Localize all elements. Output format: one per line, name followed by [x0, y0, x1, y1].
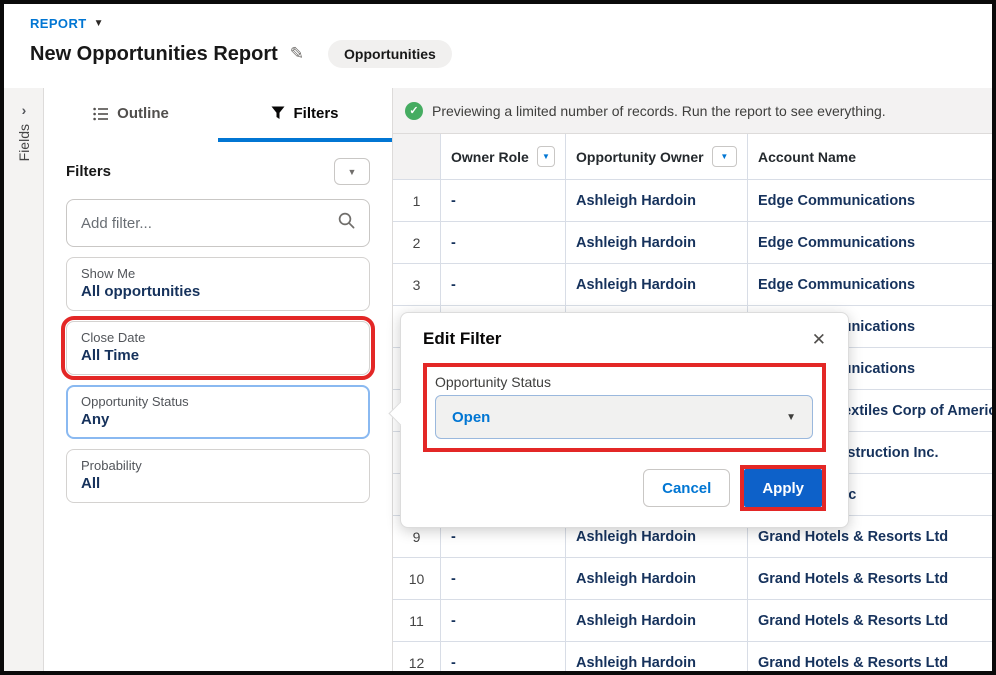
account-name-cell: Edge Communications — [748, 222, 992, 264]
opportunity-owner-cell: Ashleigh Hardoin — [566, 264, 748, 306]
owner-role-cell: - — [441, 180, 566, 222]
row-number-cell: 10 — [393, 558, 441, 600]
column-header-opportunity-owner[interactable]: Opportunity Owner ▼ — [566, 134, 748, 180]
chevron-down-icon: ▼ — [786, 412, 796, 423]
filters-panel: Outline Filters Filters ▼ Add filter... — [44, 88, 393, 671]
filter-value: Any — [81, 411, 355, 428]
filter-card-probability[interactable]: Probability All — [66, 449, 370, 503]
table-row[interactable]: 11 - Ashleigh Hardoin Grand Hotels & Res… — [393, 600, 992, 642]
filters-heading: Filters — [66, 163, 111, 180]
cancel-button[interactable]: Cancel — [643, 469, 730, 507]
add-filter-input[interactable]: Add filter... — [66, 199, 370, 247]
report-builder-window: REPORT ▼ New Opportunities Report ✎ Oppo… — [0, 0, 996, 675]
column-header-label: Account Name — [758, 149, 856, 165]
owner-role-cell: - — [441, 222, 566, 264]
report-header: REPORT ▼ New Opportunities Report ✎ Oppo… — [4, 4, 992, 88]
opportunity-owner-cell: Ashleigh Hardoin — [566, 180, 748, 222]
tab-outline[interactable]: Outline — [44, 88, 218, 142]
table-header-row: Owner Role ▼ Opportunity Owner ▼ Account… — [393, 134, 992, 180]
tab-filters-label: Filters — [293, 105, 338, 122]
table-row[interactable]: 12 - Ashleigh Hardoin Grand Hotels & Res… — [393, 642, 992, 671]
account-name-cell: Edge Communications — [748, 264, 992, 306]
chevron-right-icon: › — [22, 102, 27, 118]
account-name-cell: Edge Communications — [748, 180, 992, 222]
edit-pencil-icon[interactable]: ✎ — [290, 44, 304, 64]
success-check-icon: ✓ — [405, 102, 423, 120]
filter-card-show-me[interactable]: Show Me All opportunities — [66, 257, 370, 311]
column-header-account-name[interactable]: Account Name — [748, 134, 992, 180]
row-number-header — [393, 134, 441, 180]
column-header-owner-role[interactable]: Owner Role ▼ — [441, 134, 566, 180]
row-number-cell: 2 — [393, 222, 441, 264]
preview-banner: ✓ Previewing a limited number of records… — [393, 88, 992, 134]
filters-menu-button[interactable]: ▼ — [334, 158, 370, 185]
dialog-field-label: Opportunity Status — [435, 374, 813, 390]
owner-role-cell: - — [441, 642, 566, 671]
dialog-title: Edit Filter — [423, 329, 501, 349]
column-header-label: Owner Role — [451, 149, 529, 165]
opportunity-owner-cell: Ashleigh Hardoin — [566, 600, 748, 642]
filter-label: Show Me — [81, 266, 355, 281]
owner-role-cell: - — [441, 264, 566, 306]
status-dropdown[interactable]: Open ▼ — [435, 395, 813, 439]
annotation-box-apply: Apply — [740, 465, 826, 511]
column-header-label: Opportunity Owner — [576, 149, 704, 165]
fields-rail[interactable]: › Fields — [4, 88, 44, 671]
object-pill: Opportunities — [328, 40, 452, 68]
outline-list-icon — [93, 107, 109, 121]
column-menu-button[interactable]: ▼ — [537, 146, 555, 167]
fields-rail-label: Fields — [16, 124, 32, 161]
table-row[interactable]: 3 - Ashleigh Hardoin Edge Communications — [393, 264, 992, 306]
report-type-menu[interactable]: REPORT ▼ — [30, 16, 104, 31]
edit-filter-dialog: Edit Filter ✕ Opportunity Status Open ▼ … — [400, 312, 849, 528]
filter-label: Probability — [81, 458, 355, 473]
filter-card-opportunity-status[interactable]: Opportunity Status Any — [66, 385, 370, 439]
account-name-cell: Grand Hotels & Resorts Ltd — [748, 642, 992, 671]
filter-funnel-icon — [271, 106, 285, 120]
page-title: New Opportunities Report — [30, 43, 278, 66]
table-row[interactable]: 10 - Ashleigh Hardoin Grand Hotels & Res… — [393, 558, 992, 600]
column-menu-button[interactable]: ▼ — [712, 146, 737, 167]
table-row[interactable]: 1 - Ashleigh Hardoin Edge Communications — [393, 180, 992, 222]
annotation-box-field: Opportunity Status Open ▼ — [423, 363, 826, 452]
chevron-down-icon: ▼ — [348, 167, 357, 177]
tab-filters[interactable]: Filters — [218, 88, 392, 142]
filter-label: Close Date — [81, 330, 355, 345]
opportunity-owner-cell: Ashleigh Hardoin — [566, 222, 748, 264]
row-number-cell: 1 — [393, 180, 441, 222]
report-type-label: REPORT — [30, 16, 87, 31]
search-icon — [338, 212, 355, 234]
status-dropdown-value: Open — [452, 409, 490, 426]
account-name-cell: Grand Hotels & Resorts Ltd — [748, 600, 992, 642]
tab-outline-label: Outline — [117, 105, 169, 122]
apply-button[interactable]: Apply — [744, 469, 822, 507]
preview-banner-text: Previewing a limited number of records. … — [432, 103, 886, 119]
opportunity-owner-cell: Ashleigh Hardoin — [566, 558, 748, 600]
filter-label: Opportunity Status — [81, 394, 355, 409]
filter-value: All Time — [81, 347, 355, 364]
close-icon[interactable]: ✕ — [812, 331, 826, 348]
row-number-cell: 12 — [393, 642, 441, 671]
filter-value: All — [81, 475, 355, 492]
opportunity-owner-cell: Ashleigh Hardoin — [566, 642, 748, 671]
filter-card-close-date[interactable]: Close Date All Time — [66, 321, 370, 375]
row-number-cell: 3 — [393, 264, 441, 306]
chevron-down-icon: ▼ — [94, 18, 104, 29]
owner-role-cell: - — [441, 558, 566, 600]
filter-value: All opportunities — [81, 283, 355, 300]
add-filter-placeholder: Add filter... — [81, 215, 152, 232]
table-row[interactable]: 2 - Ashleigh Hardoin Edge Communications — [393, 222, 992, 264]
account-name-cell: Grand Hotels & Resorts Ltd — [748, 558, 992, 600]
row-number-cell: 11 — [393, 600, 441, 642]
owner-role-cell: - — [441, 600, 566, 642]
